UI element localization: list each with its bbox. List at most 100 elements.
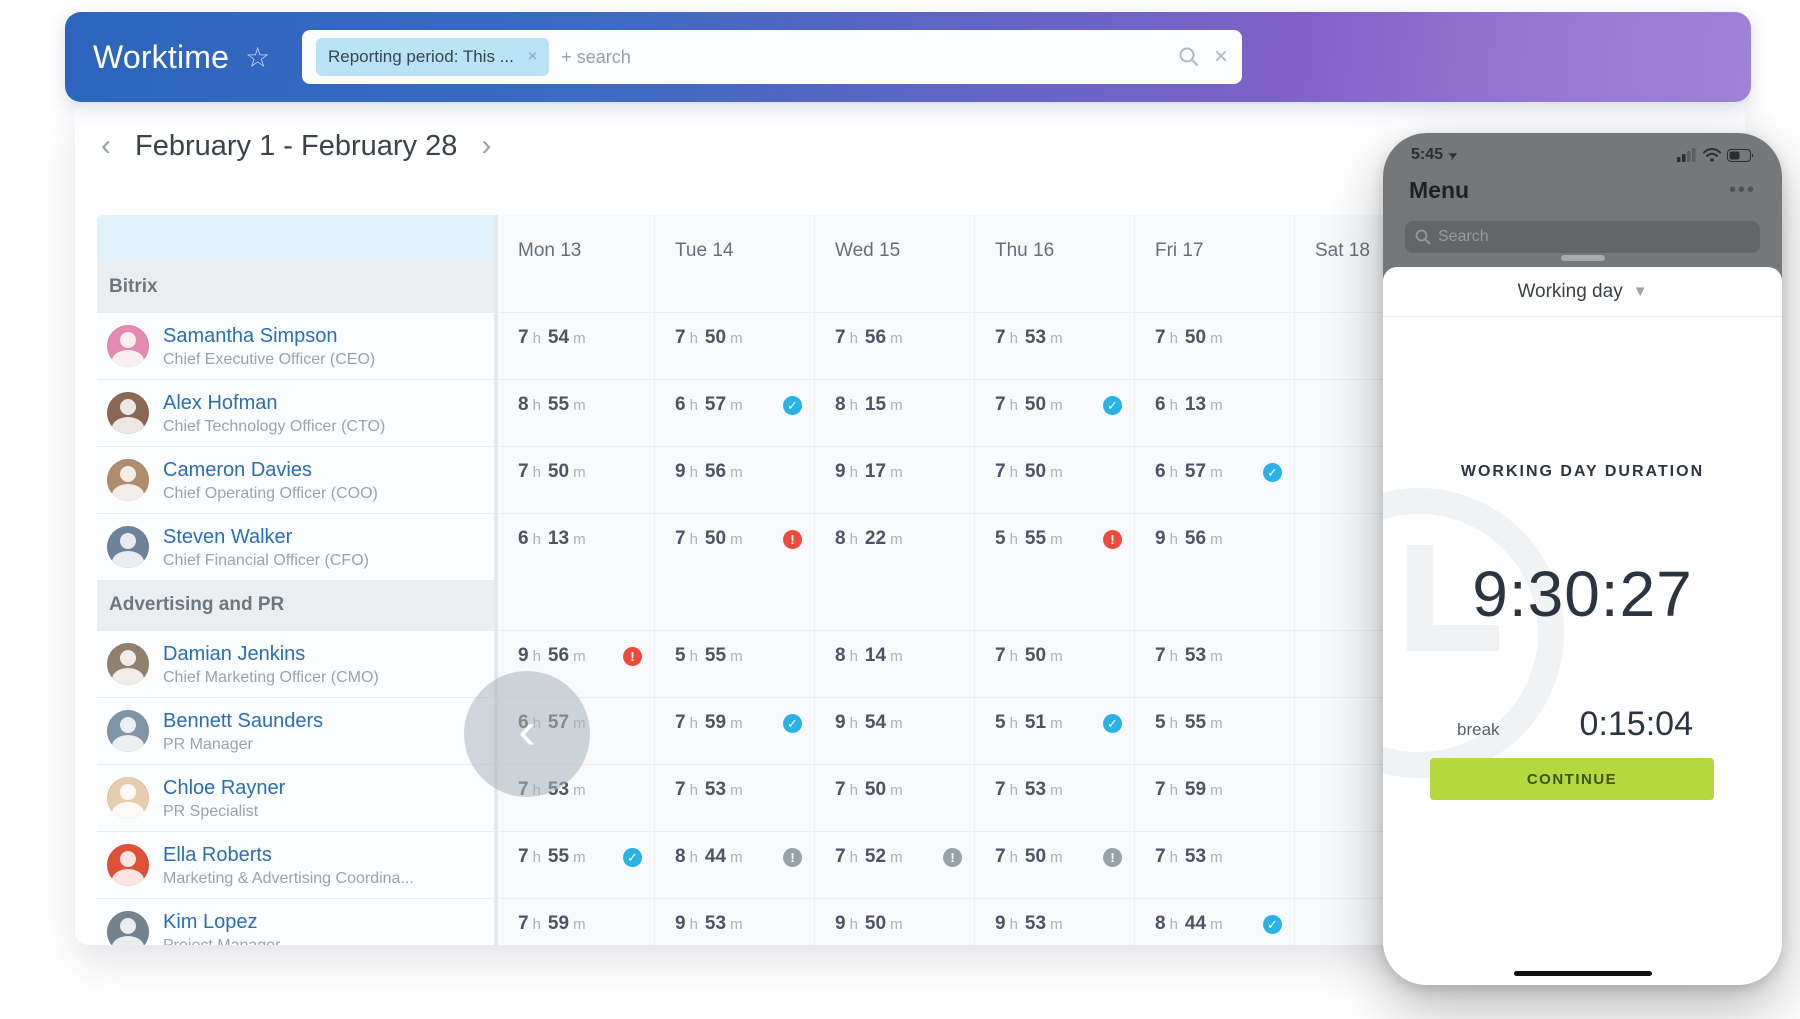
employee-name-link[interactable]: Ella Roberts (163, 843, 414, 867)
minutes-unit: m (573, 648, 586, 665)
minutes-value: 54 (865, 712, 886, 733)
hours-value: 7 (995, 327, 1006, 348)
scroll-prev-button[interactable]: ‹ (464, 671, 590, 797)
time-cell: 7h59m (1134, 764, 1294, 831)
time-cell: 7h50m (494, 446, 654, 513)
cellular-signal-icon (1677, 148, 1697, 162)
time-cell: 9h56m (1134, 513, 1294, 580)
avatar[interactable] (107, 911, 149, 945)
search-clear-icon[interactable]: × (1214, 45, 1228, 69)
app-title: Worktime (93, 39, 229, 76)
hours-value: 9 (518, 645, 529, 666)
filter-chip-remove-icon[interactable]: × (528, 48, 537, 66)
search-bar[interactable]: Reporting period: This ... × + search × (302, 30, 1242, 84)
minutes-value: 50 (705, 528, 726, 549)
working-day-sheet: Working day ▼ WORKING DAY DURATION 9:30:… (1383, 267, 1782, 985)
filter-chip[interactable]: Reporting period: This ... × (316, 38, 549, 76)
hours-value: 7 (1155, 779, 1166, 800)
group-spacer-cell (974, 580, 1134, 630)
violation-alert-icon: ! (783, 530, 802, 549)
minutes-unit: m (1050, 464, 1063, 481)
minutes-unit: m (730, 715, 743, 732)
status-time: 5:45 (1411, 146, 1443, 164)
minutes-value: 51 (1025, 712, 1046, 733)
minutes-value: 56 (548, 645, 569, 666)
sheet-drag-handle[interactable] (1561, 255, 1605, 261)
minutes-value: 56 (1185, 528, 1206, 549)
employee-role: Project Manager (163, 937, 280, 946)
minutes-unit: m (1050, 849, 1063, 866)
minutes-value: 56 (865, 327, 886, 348)
employee-name-link[interactable]: Chloe Rayner (163, 776, 285, 800)
employee-name-link[interactable]: Bennett Saunders (163, 709, 323, 733)
search-icon[interactable] (1178, 46, 1200, 68)
avatar[interactable] (107, 777, 149, 819)
avatar[interactable] (107, 643, 149, 685)
hours-value: 9 (835, 913, 846, 934)
avatar[interactable] (107, 392, 149, 434)
time-cell: 9h56m (654, 446, 814, 513)
time-cell: 7h50m✓ (974, 379, 1134, 446)
group-name: Bitrix (97, 276, 158, 298)
hours-value: 8 (675, 846, 686, 867)
hours-value: 9 (1155, 528, 1166, 549)
worktime-screen: Worktime ☆ Reporting period: This ... × … (0, 0, 1800, 1019)
employee-name-link[interactable]: Steven Walker (163, 525, 369, 549)
tracker-mode-label: Working day (1517, 281, 1622, 303)
minutes-unit: m (573, 916, 586, 933)
minutes-value: 53 (705, 913, 726, 934)
continue-button[interactable]: CONTINUE (1430, 758, 1714, 800)
hours-unit: h (1170, 715, 1178, 732)
minutes-unit: m (890, 916, 903, 933)
phone-search-field[interactable]: Search (1405, 221, 1760, 253)
avatar[interactable] (107, 325, 149, 367)
hours-value: 7 (675, 327, 686, 348)
date-navigation: ‹ February 1 - February 28 › (93, 118, 499, 174)
time-cell: 7h50m (814, 764, 974, 831)
tracker-mode-selector[interactable]: Working day ▼ (1383, 267, 1782, 317)
approved-check-icon: ✓ (783, 714, 802, 733)
minutes-value: 53 (1025, 913, 1046, 934)
group-spacer-cell (654, 262, 814, 312)
prev-period-icon[interactable]: ‹ (93, 131, 119, 161)
avatar[interactable] (107, 459, 149, 501)
minutes-value: 50 (1025, 461, 1046, 482)
mobile-app-overlay: 5:45 ➤ (1383, 133, 1782, 985)
approved-check-icon: ✓ (623, 848, 642, 867)
employee-name-link[interactable]: Alex Hofman (163, 391, 385, 415)
employee-name-link[interactable]: Samantha Simpson (163, 324, 375, 348)
minutes-unit: m (1210, 464, 1223, 481)
app-header: Worktime ☆ Reporting period: This ... × … (65, 12, 1751, 102)
time-cell: 5h51m✓ (974, 697, 1134, 764)
next-period-icon[interactable]: › (473, 131, 499, 161)
avatar[interactable] (107, 526, 149, 568)
employee-name-link[interactable]: Damian Jenkins (163, 642, 379, 666)
phone-search-placeholder: Search (1438, 228, 1489, 246)
employee-row: Alex HofmanChief Technology Officer (CTO… (97, 379, 1454, 446)
minutes-unit: m (730, 330, 743, 347)
search-placeholder[interactable]: + search (561, 47, 1178, 68)
minutes-unit: m (890, 531, 903, 548)
minutes-unit: m (890, 715, 903, 732)
time-cell: 8h14m (814, 630, 974, 697)
hours-value: 7 (675, 528, 686, 549)
employee-name-link[interactable]: Cameron Davies (163, 458, 378, 482)
more-options-icon[interactable]: ••• (1729, 179, 1756, 202)
avatar[interactable] (107, 710, 149, 752)
hours-unit: h (850, 330, 858, 347)
group-spacer-cell (1134, 580, 1294, 630)
hours-unit: h (1170, 397, 1178, 414)
minutes-value: 22 (865, 528, 886, 549)
employee-name-link[interactable]: Kim Lopez (163, 910, 280, 934)
hours-unit: h (850, 715, 858, 732)
hours-value: 7 (835, 846, 846, 867)
break-label: break (1457, 720, 1500, 740)
favorite-star-icon[interactable]: ☆ (245, 41, 270, 74)
violation-alert-icon: ! (1103, 530, 1122, 549)
minutes-unit: m (1210, 330, 1223, 347)
minutes-unit: m (730, 648, 743, 665)
hours-unit: h (1010, 648, 1018, 665)
employee-role: Chief Financial Officer (CFO) (163, 552, 369, 570)
avatar[interactable] (107, 844, 149, 886)
time-cell: 9h53m (974, 898, 1134, 945)
